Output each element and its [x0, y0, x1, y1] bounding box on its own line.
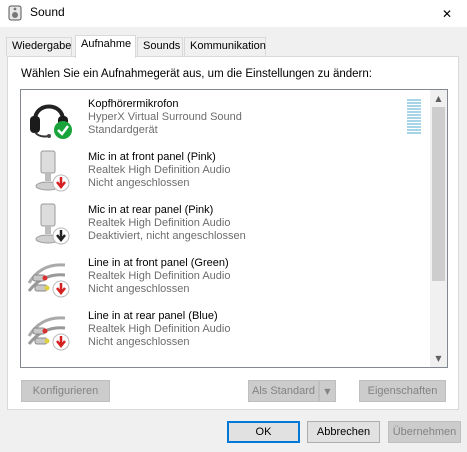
- close-button[interactable]: ✕: [427, 0, 467, 27]
- device-driver: Realtek High Definition Audio: [88, 323, 231, 335]
- ok-button[interactable]: OK: [227, 421, 300, 443]
- tab-sounds[interactable]: Sounds: [137, 37, 183, 56]
- microphone-icon: [35, 150, 70, 192]
- rca-cable-icon: [27, 316, 70, 351]
- tab-strip: Wiedergabe Aufnahme Sounds Kommunikation: [6, 35, 461, 58]
- vertical-scrollbar[interactable]: ▲ ▼: [430, 90, 447, 367]
- device-status: Standardgerät: [88, 124, 158, 136]
- tab-wiedergabe[interactable]: Wiedergabe: [6, 37, 72, 56]
- properties-button[interactable]: Eigenschaften: [359, 380, 446, 402]
- headset-icon: [30, 104, 72, 139]
- scroll-up-arrow-icon[interactable]: ▲: [430, 90, 447, 107]
- recording-panel: Wählen Sie ein Aufnahmegerät aus, um die…: [7, 56, 459, 410]
- microphone-icon: [35, 203, 70, 245]
- rca-cable-icon: [27, 263, 70, 298]
- unplugged-arrow-icon: [52, 280, 70, 298]
- device-status: Deaktiviert, nicht angeschlossen: [88, 230, 246, 242]
- instruction-text: Wählen Sie ein Aufnahmegerät aus, um die…: [21, 68, 372, 80]
- default-check-icon: [54, 121, 72, 139]
- title-bar[interactable]: Sound ✕: [0, 0, 467, 27]
- scroll-down-arrow-icon[interactable]: ▼: [430, 350, 447, 367]
- tab-aufnahme[interactable]: Aufnahme: [75, 35, 136, 58]
- device-status: Nicht angeschlossen: [88, 336, 190, 348]
- device-name: Mic in at front panel (Pink): [88, 151, 216, 163]
- scroll-thumb[interactable]: [432, 107, 445, 281]
- list-item[interactable]: Mic in at rear panel (Pink) Realtek High…: [21, 196, 431, 249]
- device-list[interactable]: Kopfhörermikrofon HyperX Virtual Surroun…: [20, 89, 448, 368]
- device-name: Line in at front panel (Green): [88, 257, 229, 269]
- level-meter: [407, 99, 421, 137]
- list-item[interactable]: Mic in at front panel (Pink) Realtek Hig…: [21, 143, 431, 196]
- device-driver: Realtek High Definition Audio: [88, 217, 231, 229]
- cancel-button[interactable]: Abbrechen: [307, 421, 380, 443]
- set-default-button[interactable]: Als Standard: [248, 380, 319, 402]
- list-item[interactable]: Line in at front panel (Green) Realtek H…: [21, 249, 431, 302]
- device-status: Nicht angeschlossen: [88, 177, 190, 189]
- device-driver: HyperX Virtual Surround Sound: [88, 111, 242, 123]
- set-default-dropdown-icon[interactable]: ▼: [319, 380, 336, 402]
- device-status: Nicht angeschlossen: [88, 283, 190, 295]
- device-name: Line in at rear panel (Blue): [88, 310, 218, 322]
- device-driver: Realtek High Definition Audio: [88, 164, 231, 176]
- device-name: Mic in at rear panel (Pink): [88, 204, 214, 216]
- sound-dialog: Sound ✕ Wiedergabe Aufnahme Sounds Kommu…: [0, 0, 467, 452]
- unplugged-arrow-icon: [52, 333, 70, 351]
- window-title: Sound: [30, 5, 65, 19]
- close-icon: ✕: [441, 6, 453, 21]
- apply-button[interactable]: Übernehmen: [388, 421, 461, 443]
- unplugged-arrow-icon: [52, 174, 70, 192]
- configure-button[interactable]: Konfigurieren: [21, 380, 110, 402]
- device-name: Kopfhörermikrofon: [88, 98, 179, 110]
- list-item[interactable]: Line in at rear panel (Blue) Realtek Hig…: [21, 302, 431, 355]
- tab-kommunikation[interactable]: Kommunikation: [184, 37, 266, 56]
- list-item[interactable]: Kopfhörermikrofon HyperX Virtual Surroun…: [21, 90, 431, 143]
- speaker-icon: [8, 5, 22, 21]
- disabled-arrow-icon: [52, 227, 70, 245]
- device-driver: Realtek High Definition Audio: [88, 270, 231, 282]
